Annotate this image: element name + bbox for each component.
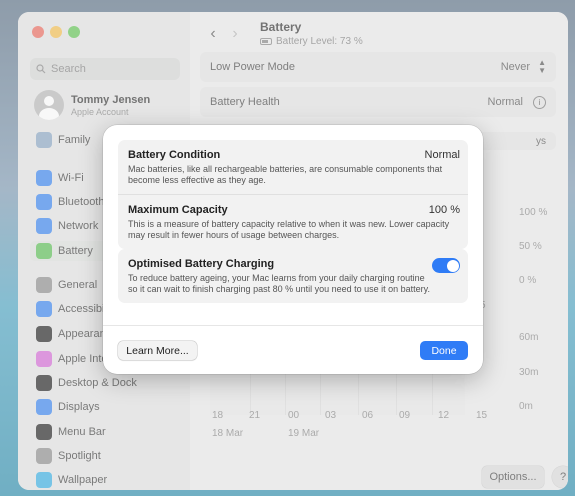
battery-condition-row: Battery Condition Normal Mac batteries, … <box>118 140 468 194</box>
maximum-capacity-description: This is a measure of battery capacity re… <box>128 219 450 240</box>
battery-condition-title: Battery Condition <box>128 149 221 161</box>
battery-condition-description: Mac batteries, like all rechargeable bat… <box>128 164 443 185</box>
done-button[interactable]: Done <box>420 341 468 360</box>
sheet-divider <box>103 325 483 326</box>
condition-capacity-group: Battery Condition Normal Mac batteries, … <box>118 140 468 249</box>
learn-more-button[interactable]: Learn More... <box>118 341 197 360</box>
optimised-charging-toggle[interactable] <box>432 258 460 273</box>
optimised-charging-title: Optimised Battery Charging <box>128 258 275 270</box>
maximum-capacity-value: 100 % <box>428 204 460 216</box>
optimised-charging-row: Optimised Battery Charging To reduce bat… <box>118 249 468 303</box>
maximum-capacity-title: Maximum Capacity <box>128 204 228 216</box>
battery-condition-value: Normal <box>424 149 460 161</box>
optimised-charging-description: To reduce battery ageing, your Mac learn… <box>128 273 431 294</box>
battery-health-sheet: Battery Condition Normal Mac batteries, … <box>103 125 483 374</box>
optimised-charging-group: Optimised Battery Charging To reduce bat… <box>118 249 468 303</box>
maximum-capacity-row: Maximum Capacity 100 % This is a measure… <box>118 194 468 249</box>
